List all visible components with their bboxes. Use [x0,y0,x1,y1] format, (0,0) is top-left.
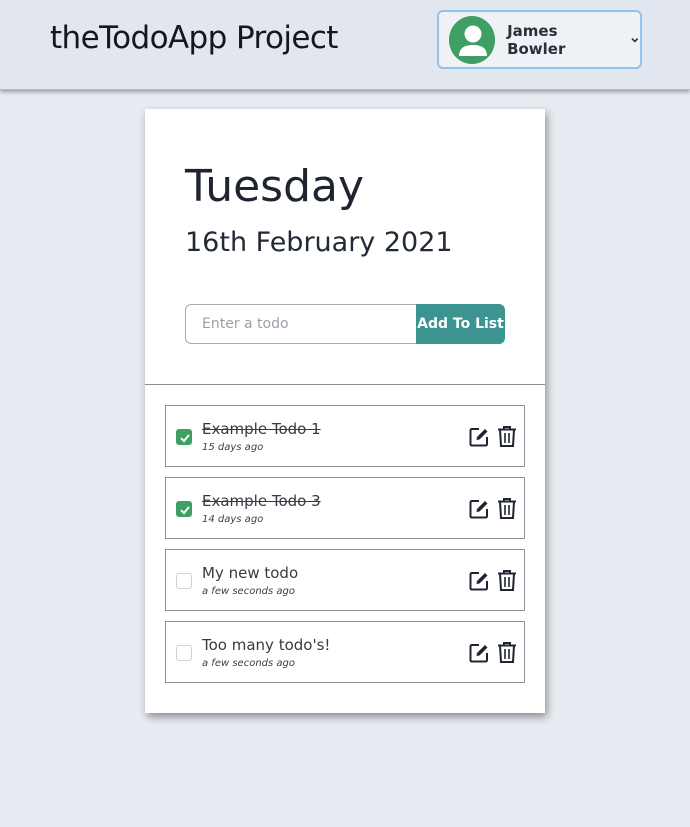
todo-checkbox[interactable] [176,501,192,517]
edit-icon[interactable] [468,642,490,664]
user-avatar-icon [449,15,496,64]
todo-text: Too many todo's! [202,636,331,654]
todo-text: My new todo [202,564,299,582]
trash-icon[interactable] [497,641,517,664]
edit-icon[interactable] [468,426,490,448]
todo-text: Example Todo 1 [202,420,321,438]
todo-item: My new todo a few seconds ago [165,549,525,611]
checkmark-icon [180,434,190,443]
todo-input[interactable] [185,304,419,344]
todo-item: Example Todo 3 14 days ago [165,477,525,539]
edit-icon[interactable] [468,498,490,520]
todo-timestamp: a few seconds ago [202,658,295,669]
todo-timestamp: a few seconds ago [202,586,295,597]
todo-list: Example Todo 1 15 days ago Example Todo … [165,405,525,693]
top-header: theTodoApp Project James Bowler [0,0,690,90]
todo-text: Example Todo 3 [202,492,321,510]
checkmark-icon [180,506,190,515]
chevron-down-icon [631,37,639,43]
trash-icon[interactable] [497,425,517,448]
todo-timestamp: 15 days ago [202,442,264,453]
todo-card: Tuesday 16th February 2021 Add To List E… [145,109,545,713]
day-heading: Tuesday [185,161,365,212]
todo-checkbox[interactable] [176,429,192,445]
app-title: theTodoApp Project [50,20,338,56]
todo-timestamp: 14 days ago [202,514,264,525]
trash-icon[interactable] [497,569,517,592]
trash-icon[interactable] [497,497,517,520]
todo-item: Too many todo's! a few seconds ago [165,621,525,683]
date-heading: 16th February 2021 [185,227,453,258]
todo-checkbox[interactable] [176,573,192,589]
edit-icon[interactable] [468,570,490,592]
todo-checkbox[interactable] [176,645,192,661]
divider [145,384,545,385]
user-name: James Bowler [507,21,566,58]
todo-item: Example Todo 1 15 days ago [165,405,525,467]
add-to-list-button[interactable]: Add To List [416,304,505,344]
user-menu-button[interactable]: James Bowler [437,10,642,69]
